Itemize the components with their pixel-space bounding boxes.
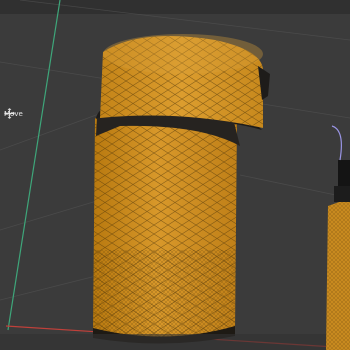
move-icon: [4, 108, 40, 119]
floor-shadow: [0, 334, 350, 350]
y-axis-line: [7, 0, 61, 331]
cylinder-body[interactable]: [90, 110, 240, 350]
viewport-scene[interactable]: [0, 0, 350, 350]
active-tool-indicator[interactable]: Move: [4, 108, 40, 119]
secondary-object[interactable]: [326, 125, 350, 350]
3d-viewport[interactable]: Move: [0, 0, 350, 350]
